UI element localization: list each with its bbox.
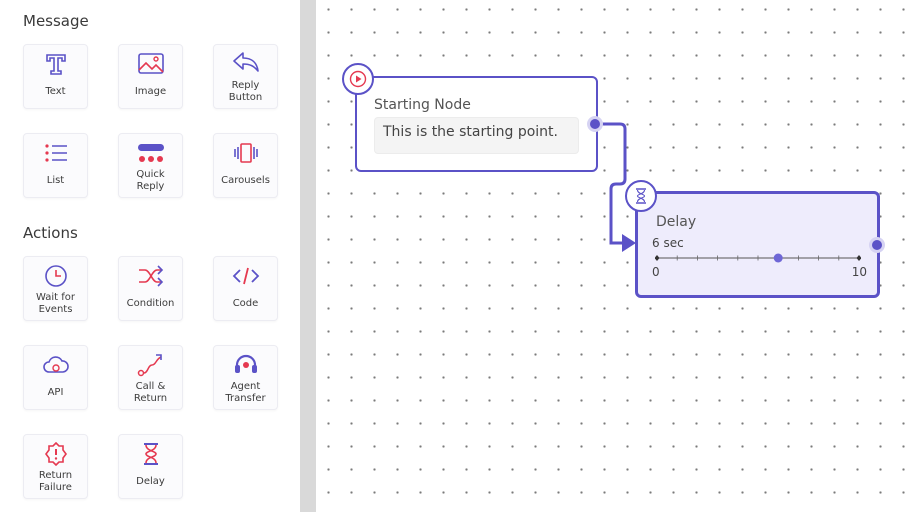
actions-section-title: Actions: [23, 224, 78, 242]
palette-item-delay[interactable]: Delay: [118, 434, 183, 499]
alert-icon: [24, 441, 87, 467]
starting-node[interactable]: Starting Node This is the starting point…: [355, 76, 598, 172]
palette-item-label: Delay: [136, 476, 165, 487]
palette-item-return-failure[interactable]: Return Failure: [23, 434, 88, 499]
slider-max-mark: [856, 255, 862, 261]
palette-item-condition[interactable]: Condition: [118, 256, 183, 321]
sidebar-resize-handle[interactable]: [300, 0, 316, 512]
palette-item-text[interactable]: Text: [23, 44, 88, 109]
message-section-title: Message: [23, 12, 89, 30]
starting-node-output-port[interactable]: [587, 116, 603, 132]
palette-item-label: Carousels: [221, 175, 270, 186]
palette-item-label: Code: [232, 298, 259, 309]
delay-node[interactable]: Delay 6 sec 0 10: [635, 191, 880, 298]
palette-item-label: Image: [134, 86, 167, 97]
flow-canvas[interactable]: Starting Node This is the starting point…: [316, 0, 916, 512]
image-icon: [119, 51, 182, 77]
slider-min-mark: [654, 255, 660, 261]
quick-reply-icon: [119, 140, 182, 166]
palette-item-call-return[interactable]: Call & Return: [118, 345, 183, 410]
carousel-icon: [214, 140, 277, 166]
palette-item-api[interactable]: API: [23, 345, 88, 410]
palette-item-label: Text: [45, 86, 66, 97]
palette-item-label: Reply Button: [228, 80, 263, 103]
code-icon: [214, 263, 277, 289]
palette-item-label: API: [47, 387, 64, 398]
node-palette-sidebar: Message Text Image Reply Button List Qui…: [0, 0, 300, 512]
node-title: Starting Node: [374, 97, 471, 113]
palette-item-label: Condition: [126, 298, 175, 309]
palette-item-label: Wait for Events: [35, 292, 75, 315]
delay-slider[interactable]: [654, 251, 862, 263]
palette-item-wait-for-events[interactable]: Wait for Events: [23, 256, 88, 321]
headset-icon: [214, 352, 277, 378]
text-icon: [24, 51, 87, 77]
palette-item-agent-transfer[interactable]: Agent Transfer: [213, 345, 278, 410]
palette-item-list[interactable]: List: [23, 133, 88, 198]
palette-item-carousels[interactable]: Carousels: [213, 133, 278, 198]
slider-max-label: 10: [851, 265, 867, 279]
slider-thumb[interactable]: [773, 253, 783, 263]
delay-value-label: 6 sec: [652, 236, 684, 250]
hourglass-icon: [119, 441, 182, 467]
palette-item-label: Quick Reply: [136, 169, 165, 192]
clock-icon: [24, 263, 87, 289]
cloud-api-icon: [24, 352, 87, 378]
node-title: Delay: [656, 214, 697, 230]
palette-item-image[interactable]: Image: [118, 44, 183, 109]
list-icon: [24, 140, 87, 166]
play-icon: [342, 63, 374, 95]
reply-icon: [214, 49, 277, 75]
palette-item-label: Agent Transfer: [225, 381, 266, 404]
palette-item-reply-button[interactable]: Reply Button: [213, 44, 278, 109]
node-message: This is the starting point.: [374, 117, 579, 154]
delay-node-output-port[interactable]: [869, 237, 885, 253]
call-return-icon: [119, 352, 182, 378]
palette-item-label: Call & Return: [133, 381, 168, 404]
palette-item-label: Return Failure: [38, 470, 73, 493]
shuffle-icon: [119, 263, 182, 289]
hourglass-icon: [625, 180, 657, 212]
palette-item-code[interactable]: Code: [213, 256, 278, 321]
palette-item-quick-reply[interactable]: Quick Reply: [118, 133, 183, 198]
slider-min-label: 0: [652, 265, 660, 279]
palette-item-label: List: [46, 175, 65, 186]
